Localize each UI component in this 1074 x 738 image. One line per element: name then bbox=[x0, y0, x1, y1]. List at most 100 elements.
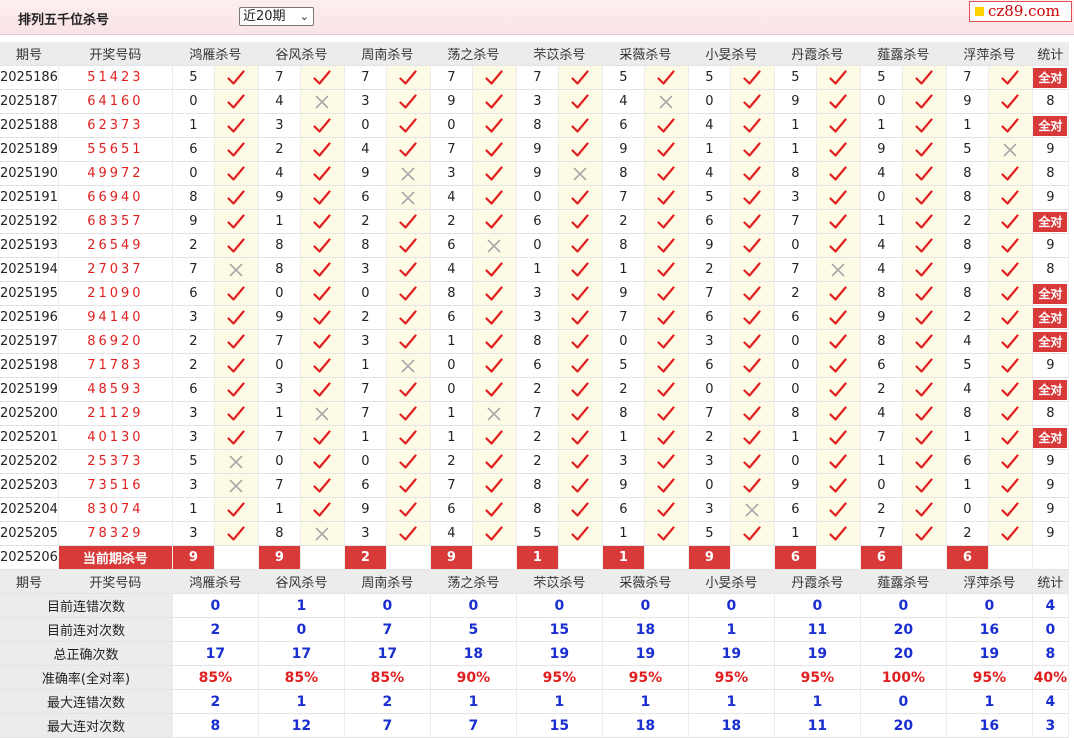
table-row: 2025204 83074 1 1 9 6 8 6 3 6 2 0 9 bbox=[0, 498, 1069, 522]
kill-number: 3 bbox=[688, 450, 731, 474]
check-icon bbox=[214, 162, 259, 186]
kill-number: 2 bbox=[172, 234, 215, 258]
kill-number: 6 bbox=[774, 306, 817, 330]
check-icon bbox=[386, 138, 431, 162]
stat-value: 11 bbox=[774, 618, 861, 642]
row-total: 8 bbox=[1032, 162, 1069, 186]
kill-number: 9 bbox=[172, 210, 215, 234]
check-icon bbox=[902, 330, 947, 354]
table-row: 2025202 25373 5 0 0 2 2 3 3 0 1 6 9 bbox=[0, 450, 1069, 474]
all-correct-badge: 全对 bbox=[1033, 379, 1068, 400]
kill-number: 9 bbox=[516, 162, 559, 186]
current-blank bbox=[300, 546, 345, 570]
check-icon bbox=[386, 474, 431, 498]
logo-text: cz89.com bbox=[988, 2, 1060, 20]
check-icon bbox=[300, 234, 345, 258]
cross-icon bbox=[816, 258, 861, 282]
col-expert: 谷风杀号 bbox=[258, 570, 345, 594]
check-icon bbox=[902, 426, 947, 450]
check-icon bbox=[730, 258, 775, 282]
kill-number-table: 期号 开奖号码 鸿雁杀号 谷风杀号 周南杀号 荡之杀号 芣苡杀号 采薇杀号 小旻杀号 丹霞杀号 薤露… bbox=[0, 42, 1069, 738]
check-icon bbox=[902, 450, 947, 474]
check-icon bbox=[300, 258, 345, 282]
check-icon bbox=[300, 330, 345, 354]
kill-number: 3 bbox=[688, 330, 731, 354]
kill-number: 6 bbox=[172, 138, 215, 162]
kill-number: 8 bbox=[516, 474, 559, 498]
check-icon bbox=[214, 306, 259, 330]
check-icon bbox=[472, 378, 517, 402]
stat-value: 17 bbox=[344, 642, 431, 666]
stat-label: 最大连错次数 bbox=[0, 690, 173, 714]
check-icon bbox=[386, 66, 431, 90]
kill-number: 9 bbox=[946, 258, 989, 282]
kill-number: 1 bbox=[774, 138, 817, 162]
check-icon bbox=[644, 474, 689, 498]
issue-cell: 2025201 bbox=[0, 426, 59, 450]
kill-number: 0 bbox=[946, 498, 989, 522]
col-expert: 荡之杀号 bbox=[430, 570, 517, 594]
kill-number: 0 bbox=[258, 450, 301, 474]
draw-number: 40130 bbox=[58, 426, 173, 450]
kill-number: 1 bbox=[774, 426, 817, 450]
current-blank bbox=[558, 546, 603, 570]
stat-value: 0 bbox=[172, 594, 259, 618]
check-icon bbox=[816, 234, 861, 258]
kill-number: 7 bbox=[344, 378, 387, 402]
row-total: 全对 bbox=[1032, 306, 1069, 330]
check-icon bbox=[386, 258, 431, 282]
period-select[interactable]: 近20期 ⌄ bbox=[239, 7, 314, 26]
draw-number: 26549 bbox=[58, 234, 173, 258]
stat-row: 总正确次数 17 17 17 18 19 19 19 19 20 19 8 bbox=[0, 642, 1069, 666]
kill-number: 4 bbox=[258, 90, 301, 114]
check-icon bbox=[816, 282, 861, 306]
check-icon bbox=[558, 66, 603, 90]
check-icon bbox=[644, 450, 689, 474]
check-icon bbox=[472, 66, 517, 90]
row-total: 8 bbox=[1032, 90, 1069, 114]
check-icon bbox=[300, 498, 345, 522]
check-icon bbox=[214, 234, 259, 258]
kill-number: 2 bbox=[946, 210, 989, 234]
check-icon bbox=[816, 138, 861, 162]
kill-number: 8 bbox=[602, 402, 645, 426]
stat-value: 1 bbox=[430, 690, 517, 714]
check-icon bbox=[730, 234, 775, 258]
kill-number: 2 bbox=[860, 378, 903, 402]
check-icon bbox=[558, 330, 603, 354]
kill-number: 7 bbox=[602, 306, 645, 330]
all-correct-badge: 全对 bbox=[1033, 331, 1068, 352]
kill-number: 6 bbox=[688, 210, 731, 234]
kill-number: 0 bbox=[860, 186, 903, 210]
row-total: 全对 bbox=[1032, 330, 1069, 354]
draw-number: 21129 bbox=[58, 402, 173, 426]
kill-number: 3 bbox=[602, 450, 645, 474]
issue-cell: 2025198 bbox=[0, 354, 59, 378]
stat-value: 2 bbox=[172, 690, 259, 714]
draw-number: 64160 bbox=[58, 90, 173, 114]
kill-number: 5 bbox=[946, 354, 989, 378]
kill-number: 6 bbox=[172, 282, 215, 306]
kill-number: 3 bbox=[774, 186, 817, 210]
site-logo[interactable]: cz89.com bbox=[969, 1, 1072, 22]
stat-value: 11 bbox=[774, 714, 861, 738]
kill-number: 1 bbox=[258, 210, 301, 234]
stat-value: 19 bbox=[516, 642, 603, 666]
check-icon bbox=[730, 210, 775, 234]
kill-number: 2 bbox=[516, 426, 559, 450]
draw-number: 25373 bbox=[58, 450, 173, 474]
stat-value: 17 bbox=[258, 642, 345, 666]
kill-number: 2 bbox=[430, 210, 473, 234]
check-icon bbox=[816, 186, 861, 210]
kill-number: 2 bbox=[516, 378, 559, 402]
check-icon bbox=[644, 162, 689, 186]
stat-value: 7 bbox=[344, 714, 431, 738]
check-icon bbox=[558, 402, 603, 426]
current-blank bbox=[988, 546, 1033, 570]
check-icon bbox=[472, 474, 517, 498]
col-expert: 浮萍杀号 bbox=[946, 42, 1033, 66]
kill-number: 9 bbox=[430, 90, 473, 114]
current-kill-number: 1 bbox=[602, 546, 645, 570]
check-icon bbox=[644, 426, 689, 450]
check-icon bbox=[300, 114, 345, 138]
